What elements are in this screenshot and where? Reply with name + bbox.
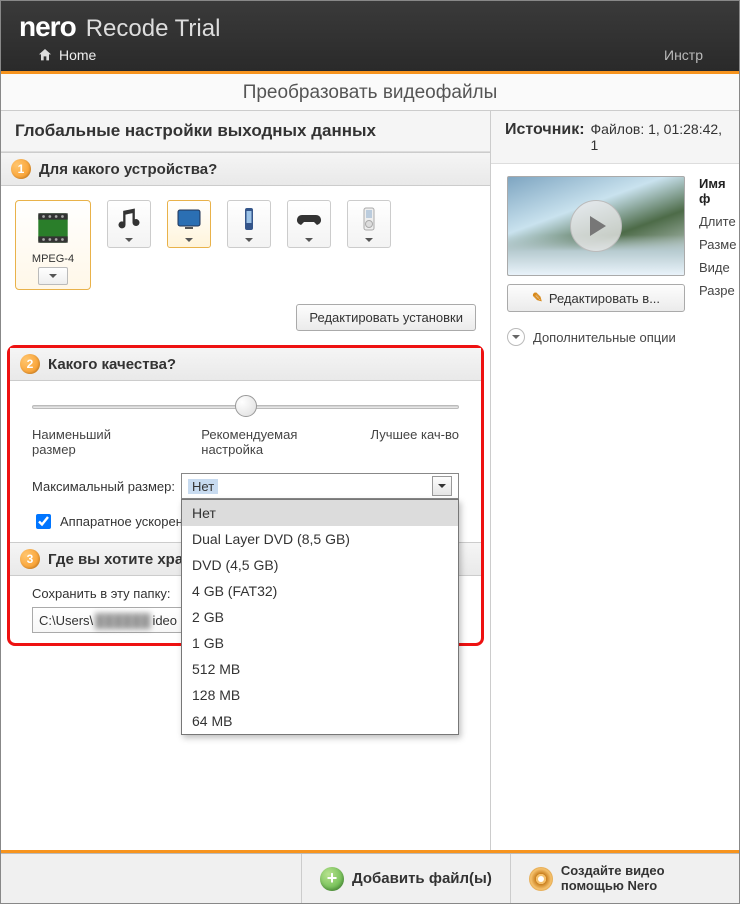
step-badge-1: 1 xyxy=(11,159,31,179)
source-info: Файлов: 1, 01:28:42, 1 xyxy=(591,121,725,153)
section-quality: 2 Какого качества? xyxy=(10,348,481,381)
film-icon xyxy=(32,207,74,249)
app-logo: nero xyxy=(19,11,76,43)
create-label-2: помощью Nero xyxy=(561,879,665,894)
slider-label-mid: Рекомендуемая настройка xyxy=(201,427,321,457)
combo-option[interactable]: 4 GB (FAT32) xyxy=(182,578,458,604)
max-size-combo[interactable]: Нет Нет Dual Layer DVD (8,5 GB) DVD (4,5… xyxy=(181,473,459,499)
max-size-label: Максимальный размер: xyxy=(32,479,175,494)
section-storage-label: Где вы хотите хран xyxy=(48,551,192,568)
path-redacted: ██████ xyxy=(95,613,150,628)
product-name: Recode Trial xyxy=(86,15,221,43)
hw-accel-checkbox[interactable] xyxy=(36,514,51,529)
hw-accel-label: Аппаратное ускорен xyxy=(60,514,183,529)
combo-option[interactable]: 64 MB xyxy=(182,708,458,734)
combo-option[interactable]: Dual Layer DVD (8,5 GB) xyxy=(182,526,458,552)
left-panel-title: Глобальные настройки выходных данных xyxy=(1,111,490,152)
disc-icon xyxy=(529,867,553,891)
create-label-1: Создайте видео xyxy=(561,864,665,879)
device-console[interactable] xyxy=(287,200,331,248)
nav-tools[interactable]: Инстр xyxy=(664,47,703,63)
additional-options[interactable]: Дополнительные опции xyxy=(507,322,723,346)
max-size-dropdown: Нет Dual Layer DVD (8,5 GB) DVD (4,5 GB)… xyxy=(181,499,459,735)
device-mpeg4[interactable]: MPEG-4 xyxy=(15,200,91,290)
home-label: Home xyxy=(59,47,96,63)
device-audio[interactable] xyxy=(107,200,151,248)
device-mpeg4-dropdown[interactable] xyxy=(38,267,68,285)
edit-video-button[interactable]: ✎ Редактировать в... xyxy=(507,284,685,312)
device-tv[interactable] xyxy=(167,200,211,248)
path-suffix: ideo xyxy=(152,613,177,628)
tv-icon xyxy=(175,205,203,233)
create-disc-button[interactable]: Создайте видео помощью Nero xyxy=(510,854,683,903)
play-icon[interactable] xyxy=(570,200,622,252)
gamepad-icon xyxy=(295,205,323,233)
step-badge-2: 2 xyxy=(20,354,40,374)
home-icon xyxy=(37,47,53,63)
combo-option[interactable]: 1 GB xyxy=(182,630,458,656)
section-device-label: Для какого устройства? xyxy=(39,161,217,178)
video-thumbnail[interactable] xyxy=(507,176,685,276)
phone-icon xyxy=(235,205,263,233)
quality-slider[interactable] xyxy=(32,399,459,415)
meta-name-label: Имя ф xyxy=(699,176,736,206)
mp3-player-icon xyxy=(355,205,383,233)
slider-label-low: Наименьший размер xyxy=(32,427,152,457)
combo-option[interactable]: 2 GB xyxy=(182,604,458,630)
device-player[interactable] xyxy=(347,200,391,248)
add-files-label: Добавить файл(ы) xyxy=(352,870,492,887)
meta-resolution-label: Разре xyxy=(699,283,736,298)
combo-option[interactable]: 128 MB xyxy=(182,682,458,708)
device-phone[interactable] xyxy=(227,200,271,248)
footer-bar: + Добавить файл(ы) Создайте видео помощь… xyxy=(1,853,739,903)
slider-label-high: Лучшее кач-во xyxy=(371,427,459,457)
slider-thumb[interactable] xyxy=(235,395,257,417)
meta-video-label: Виде xyxy=(699,260,736,275)
music-note-icon xyxy=(115,205,143,233)
chevron-down-icon xyxy=(507,328,525,346)
combo-toggle[interactable] xyxy=(432,476,452,496)
edit-presets-button[interactable]: Редактировать установки xyxy=(296,304,476,331)
path-prefix: C:\Users\ xyxy=(39,613,93,628)
additional-options-label: Дополнительные опции xyxy=(533,330,676,345)
source-label: Источник: xyxy=(505,121,585,139)
edit-video-label: Редактировать в... xyxy=(549,291,660,306)
page-subtitle: Преобразовать видеофайлы xyxy=(1,74,739,111)
add-files-button[interactable]: + Добавить файл(ы) xyxy=(301,854,510,903)
step-badge-3: 3 xyxy=(20,549,40,569)
home-button[interactable]: Home xyxy=(37,47,96,63)
pencil-icon: ✎ xyxy=(532,290,543,306)
quality-panel: 2 Какого качества? Наименьший размер Рек… xyxy=(7,345,484,646)
combo-option[interactable]: Нет xyxy=(182,500,458,526)
device-mpeg4-label: MPEG-4 xyxy=(16,253,90,265)
section-device: 1 Для какого устройства? xyxy=(1,152,490,186)
title-bar: nero Recode Trial Home Инстр xyxy=(1,1,739,71)
meta-duration-label: Длите xyxy=(699,214,736,229)
section-quality-label: Какого качества? xyxy=(48,356,176,373)
plus-icon: + xyxy=(320,867,344,891)
max-size-selected: Нет xyxy=(188,479,218,494)
meta-size-label: Разме xyxy=(699,237,736,252)
combo-option[interactable]: DVD (4,5 GB) xyxy=(182,552,458,578)
source-header: Источник: Файлов: 1, 01:28:42, 1 xyxy=(491,111,739,164)
combo-option[interactable]: 512 MB xyxy=(182,656,458,682)
